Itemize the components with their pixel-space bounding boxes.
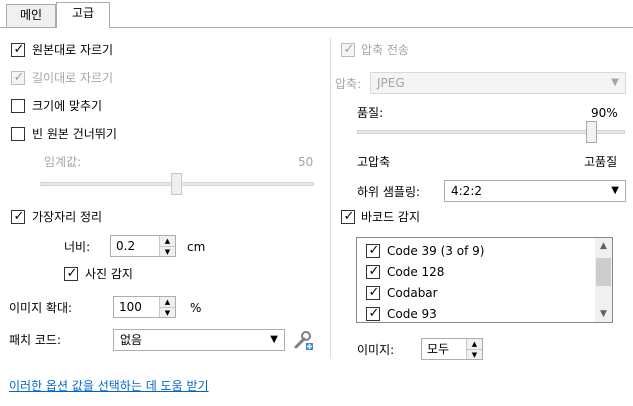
image-zoom-stepper[interactable]: 100 ▲ ▼ xyxy=(113,296,176,318)
width-unit: cm xyxy=(187,240,206,254)
chevron-down-icon: ▼ xyxy=(270,334,278,345)
subsampling-select[interactable]: 4:2:2 ▼ xyxy=(444,180,626,202)
up-arrow-icon[interactable]: ▲ xyxy=(160,236,175,246)
tab-advanced-label: 고급 xyxy=(71,6,95,20)
fit-size-checkbox[interactable] xyxy=(11,99,25,113)
width-value: 0.2 xyxy=(116,239,136,253)
image-zoom-label: 이미지 확대: xyxy=(9,301,73,315)
subsampling-label: 하위 샘플링: xyxy=(357,185,421,199)
check-icon: ✓ xyxy=(343,42,355,57)
image-label: 이미지: xyxy=(357,343,395,357)
image-selector[interactable]: 모두 ▲ ▼ xyxy=(421,338,483,360)
image-value: 모두 xyxy=(427,342,450,356)
check-icon: ✓ xyxy=(66,266,78,281)
crop-original-checkbox[interactable]: ✓ xyxy=(11,42,25,57)
crop-original-label: 원본대로 자르기 xyxy=(32,43,114,57)
compress-transfer-label: 압축 전송 xyxy=(361,43,409,57)
wrench-plus-icon[interactable] xyxy=(292,329,314,351)
barcode-type-list[interactable]: ✓ Code 39 (3 of 9) ✓ Code 128 ✓ Codabar … xyxy=(356,237,613,323)
scroll-up-icon[interactable]: ▲ xyxy=(595,238,612,254)
threshold-label: 임계값: xyxy=(44,155,82,169)
quality-label: 품질: xyxy=(357,106,384,120)
photo-detect-label: 사진 감지 xyxy=(85,267,133,281)
list-item: Code 39 (3 of 9) xyxy=(387,244,485,258)
crop-length-checkbox: ✓ xyxy=(11,70,25,85)
check-icon: ✓ xyxy=(343,209,355,224)
fit-size-label: 크기에 맞추기 xyxy=(32,99,103,113)
barcode-detect-checkbox[interactable]: ✓ xyxy=(341,209,355,224)
edge-cleanup-checkbox[interactable]: ✓ xyxy=(11,209,25,224)
check-icon: ✓ xyxy=(13,70,25,85)
help-link[interactable]: 이러한 옵션 값을 선택하는 데 도움 받기 xyxy=(9,377,209,394)
edge-cleanup-label: 가장자리 정리 xyxy=(32,210,103,224)
patch-code-value: 없음 xyxy=(120,333,143,347)
down-arrow-icon[interactable]: ▼ xyxy=(160,307,175,317)
check-icon: ✓ xyxy=(368,243,380,258)
list-scrollbar[interactable]: ▲ ▼ xyxy=(595,238,612,322)
up-arrow-icon[interactable]: ▲ xyxy=(467,339,482,349)
list-item: Codabar xyxy=(387,286,438,300)
image-zoom-value: 100 xyxy=(119,300,142,314)
barcode-detect-label: 바코드 감지 xyxy=(361,210,421,224)
patch-code-select[interactable]: 없음 ▼ xyxy=(113,329,285,351)
tab-main-label: 메인 xyxy=(19,8,43,22)
skip-blank-checkbox[interactable] xyxy=(11,127,25,141)
barcode-item-checkbox[interactable]: ✓ xyxy=(366,285,380,300)
width-label: 너비: xyxy=(64,240,91,254)
column-divider xyxy=(330,38,331,358)
barcode-item-checkbox[interactable]: ✓ xyxy=(366,243,380,258)
tab-advanced[interactable]: 고급 xyxy=(56,2,110,28)
compression-select: JPEG ▼ xyxy=(370,72,626,94)
list-item: Code 128 xyxy=(387,265,445,279)
check-icon: ✓ xyxy=(13,42,25,57)
down-arrow-icon[interactable]: ▼ xyxy=(160,246,175,256)
quality-low-label: 고압축 xyxy=(357,155,391,169)
check-icon: ✓ xyxy=(368,306,380,321)
photo-detect-checkbox[interactable]: ✓ xyxy=(64,266,78,281)
quality-slider-track xyxy=(357,130,625,134)
patch-code-label: 패치 코드: xyxy=(9,333,62,347)
threshold-slider-thumb xyxy=(171,173,182,195)
tab-main[interactable]: 메인 xyxy=(6,4,56,27)
quality-slider-thumb[interactable] xyxy=(586,121,597,143)
check-icon: ✓ xyxy=(368,285,380,300)
skip-blank-label: 빈 원본 건너뛰기 xyxy=(32,127,117,141)
crop-length-label: 길이대로 자르기 xyxy=(32,71,114,85)
down-arrow-icon[interactable]: ▼ xyxy=(467,349,482,359)
compression-value: JPEG xyxy=(377,76,405,90)
check-icon: ✓ xyxy=(13,209,25,224)
width-stepper[interactable]: 0.2 ▲ ▼ xyxy=(110,235,176,257)
barcode-item-checkbox[interactable]: ✓ xyxy=(366,306,380,321)
compression-label: 압축: xyxy=(335,77,362,91)
quality-high-label: 고품질 xyxy=(584,155,618,169)
quality-value: 90% xyxy=(591,106,618,120)
chevron-down-icon: ▼ xyxy=(611,185,619,196)
scroll-down-icon[interactable]: ▼ xyxy=(595,306,612,322)
barcode-item-checkbox[interactable]: ✓ xyxy=(366,264,380,279)
up-arrow-icon[interactable]: ▲ xyxy=(160,297,175,307)
subsampling-value: 4:2:2 xyxy=(451,184,482,198)
chevron-down-icon: ▼ xyxy=(611,77,619,88)
scrollbar-thumb[interactable] xyxy=(596,258,611,286)
check-icon: ✓ xyxy=(368,264,380,279)
image-zoom-unit: % xyxy=(190,301,202,315)
compress-transfer-checkbox: ✓ xyxy=(341,42,355,57)
threshold-value: 50 xyxy=(298,155,314,169)
list-item: Code 93 xyxy=(387,307,437,321)
